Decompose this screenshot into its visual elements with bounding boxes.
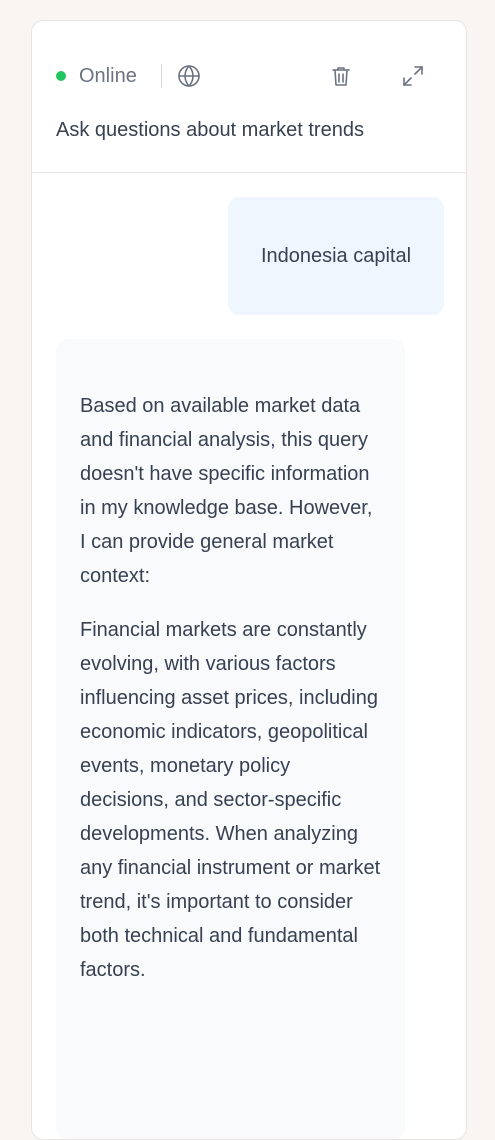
globe-icon: [177, 64, 201, 88]
user-message-text: Indonesia capital: [260, 244, 412, 267]
status-row: Online: [56, 63, 203, 89]
assistant-message: Based on available market data and finan…: [56, 339, 405, 1139]
chat-subtitle: Ask questions about market trends: [56, 119, 364, 141]
expand-button[interactable]: [399, 62, 427, 90]
trash-icon: [329, 64, 353, 88]
assistant-paragraph: Based on available market data and finan…: [80, 395, 373, 587]
chat-panel: Online Ask questions about market trends…: [31, 20, 467, 1140]
clear-chat-button[interactable]: [327, 62, 355, 90]
language-button[interactable]: [175, 62, 203, 90]
chat-header: Online Ask questions about market trends: [32, 21, 466, 173]
assistant-paragraph: Financial markets are constantly evolvin…: [80, 619, 381, 981]
online-status-dot: [56, 71, 66, 81]
status-label: Online: [79, 64, 137, 87]
header-divider: [160, 64, 162, 88]
expand-icon: [401, 64, 425, 88]
user-message: Indonesia capital: [228, 197, 444, 315]
